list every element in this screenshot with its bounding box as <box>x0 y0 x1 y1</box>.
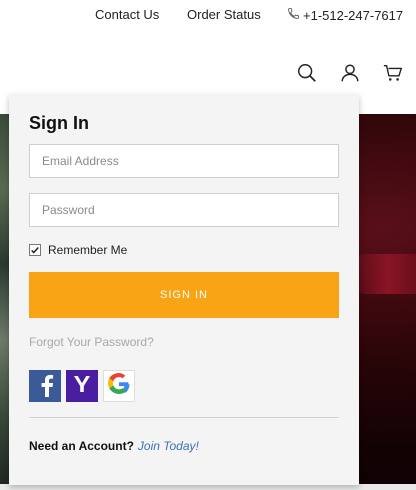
sign-in-button[interactable]: SIGN IN <box>29 272 339 318</box>
email-field[interactable] <box>29 144 339 178</box>
search-icon[interactable] <box>296 62 318 84</box>
facebook-icon <box>32 371 58 402</box>
checkbox[interactable] <box>29 244 41 256</box>
signin-title: Sign In <box>29 113 89 133</box>
phone-link[interactable]: +1-512-247-7617 <box>287 7 403 23</box>
forgot-password-link[interactable]: Forgot Your Password? <box>29 335 154 349</box>
google-icon <box>106 371 132 402</box>
cart-icon[interactable] <box>382 62 404 84</box>
contact-us-link[interactable]: Contact Us <box>95 7 159 22</box>
need-account-row: Need an Account? Join Today! <box>29 439 199 453</box>
phone-icon <box>287 7 300 23</box>
account-icon[interactable] <box>339 62 361 84</box>
yahoo-icon <box>69 371 95 402</box>
signin-dropdown-panel: Sign In Remember Me SIGN IN Forgot Your … <box>9 95 359 485</box>
join-today-link[interactable]: Join Today! <box>138 439 199 453</box>
google-login-button[interactable] <box>103 370 135 402</box>
phone-number: +1-512-247-7617 <box>303 7 404 23</box>
yahoo-login-button[interactable] <box>66 370 98 402</box>
top-bar: Contact Us Order Status +1-512-247-7617 <box>0 0 416 30</box>
divider <box>29 417 339 418</box>
remember-me-label: Remember Me <box>48 243 128 257</box>
password-field[interactable] <box>29 193 339 227</box>
need-account-label: Need an Account? <box>29 439 134 453</box>
facebook-login-button[interactable] <box>29 370 61 402</box>
remember-me-checkbox[interactable]: Remember Me <box>29 243 127 257</box>
order-status-link[interactable]: Order Status <box>187 7 261 22</box>
